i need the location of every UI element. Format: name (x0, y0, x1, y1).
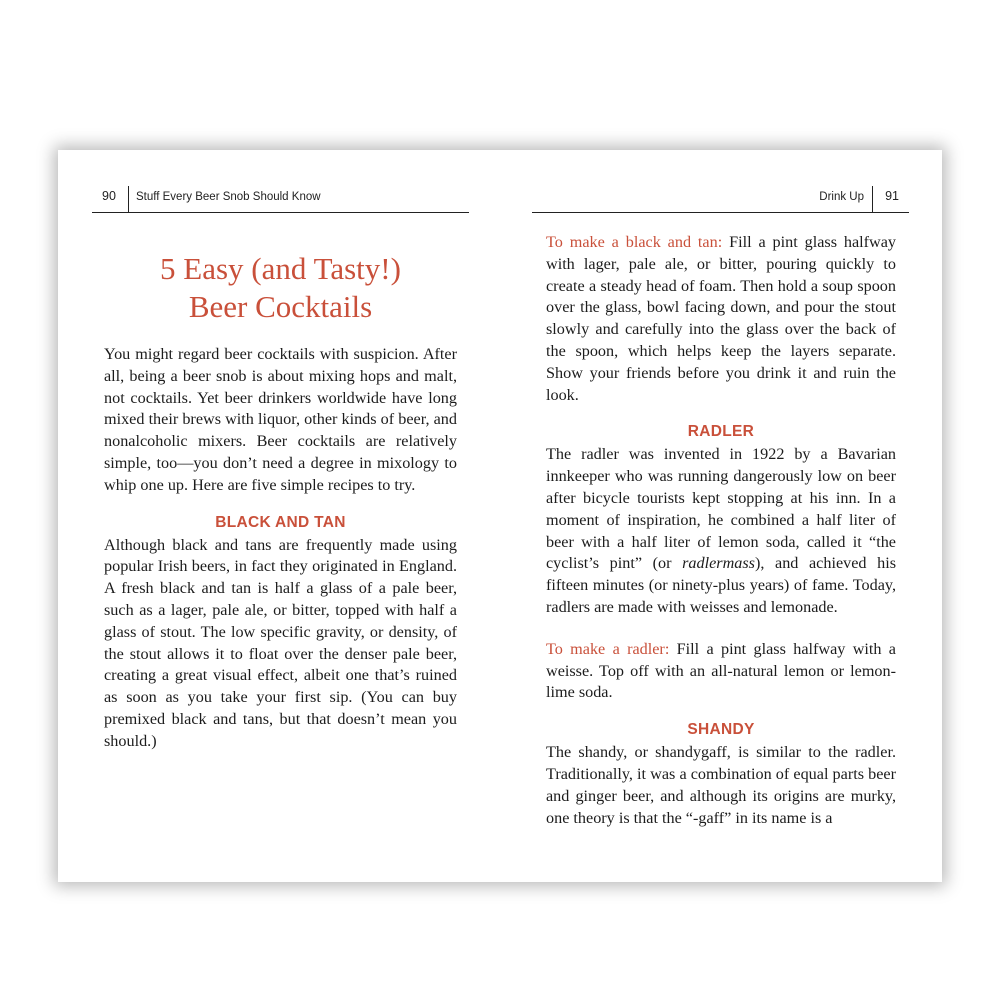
recipe-lead: To make a black and tan: (546, 233, 723, 251)
radler-paragraph: The radler was invented in 1922 by a Bav… (546, 444, 896, 618)
radler-recipe: To make a radler: Fill a pint glass half… (546, 639, 896, 704)
left-running-header: 90 Stuff Every Beer Snob Should Know (92, 186, 469, 213)
chapter-name: Drink Up (819, 191, 864, 203)
book-spread: 90 Stuff Every Beer Snob Should Know 5 E… (58, 150, 942, 882)
page-number: 91 (885, 189, 899, 203)
left-page: 90 Stuff Every Beer Snob Should Know 5 E… (58, 150, 500, 882)
right-running-header: Drink Up 91 (532, 186, 909, 213)
page-number: 90 (102, 189, 116, 203)
radler-italic-term: radlermass (682, 554, 755, 573)
black-and-tan-paragraph: Although black and tans are frequently m… (104, 535, 457, 750)
section-heading-shandy: SHANDY (687, 721, 755, 739)
left-content: 5 Easy (and Tasty!) Beer Cocktails You m… (104, 250, 457, 753)
section-heading-radler: RADLER (687, 423, 755, 441)
intro-paragraph: You might regard beer cocktails with sus… (104, 345, 457, 494)
book-title: Stuff Every Beer Snob Should Know (136, 191, 321, 203)
shandy-paragraph: The shandy, or shandygaff, is similar to… (546, 743, 896, 827)
recipe-text: Fill a pint glass halfway with lager, pa… (546, 233, 897, 404)
chapter-title-line2: Beer Cocktails (188, 289, 373, 324)
chapter-title-line1: 5 Easy (and Tasty!) (160, 251, 401, 286)
recipe-lead: To make a radler: (546, 639, 670, 658)
black-and-tan-recipe: To make a black and tan: Fill a pint gla… (546, 232, 896, 406)
section-heading-black-and-tan: BLACK AND TAN (215, 513, 346, 531)
right-content: To make a black and tan: Fill a pint gla… (546, 232, 896, 829)
header-divider (872, 186, 873, 212)
chapter-title: 5 Easy (and Tasty!) Beer Cocktails (104, 250, 457, 326)
right-page: Drink Up 91 To make a black and tan: Fil… (500, 150, 942, 882)
header-divider (128, 186, 129, 212)
